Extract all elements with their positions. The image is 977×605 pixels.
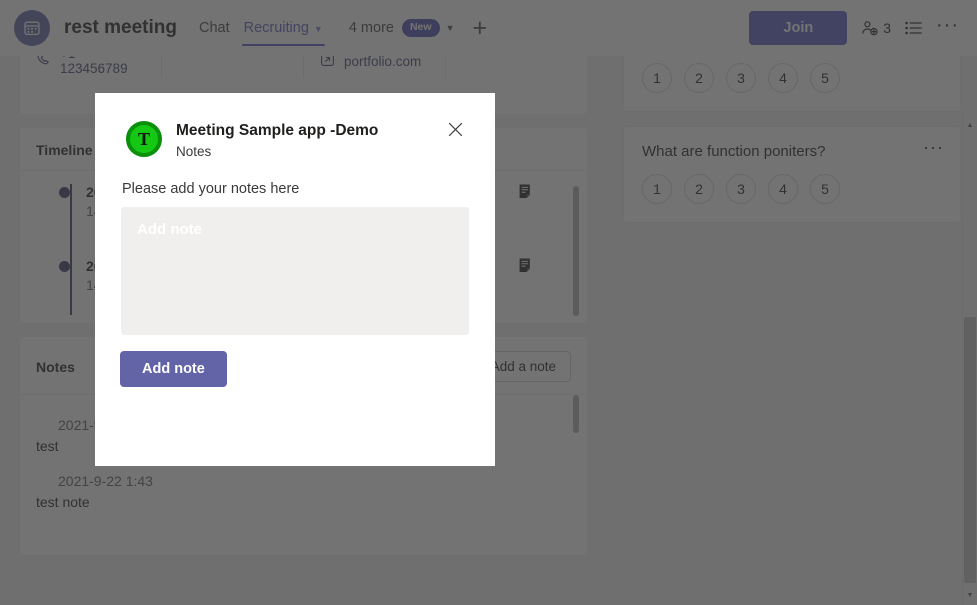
add-note-submit-button[interactable]: Add note: [120, 350, 227, 387]
dialog-title: Meeting Sample app -Demo: [176, 122, 379, 139]
dialog-subtitle: Notes: [176, 144, 212, 160]
dialog-header: T Meeting Sample app -Demo Notes: [109, 93, 481, 163]
dialog-title-block: Meeting Sample app -Demo Notes: [176, 121, 378, 163]
notes-dialog: T Meeting Sample app -Demo Notes Please …: [95, 93, 495, 466]
dialog-prompt: Please add your notes here: [122, 180, 300, 197]
teams-meeting-window: rest meeting Chat Recruiting ▼ 4 more Ne…: [0, 0, 977, 605]
note-textarea[interactable]: [121, 206, 469, 335]
avatar-letter: T: [137, 129, 150, 149]
close-icon[interactable]: [443, 117, 467, 141]
app-avatar: T: [126, 121, 162, 157]
